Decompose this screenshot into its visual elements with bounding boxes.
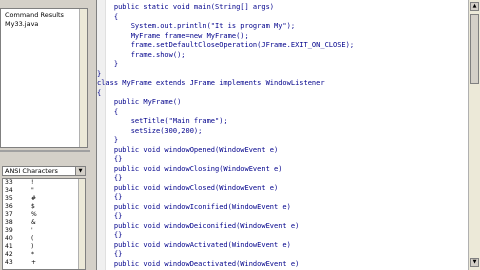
list-item[interactable]: 43 +	[3, 259, 83, 267]
code-line[interactable]: {}	[97, 250, 122, 258]
code-line[interactable]: {}	[97, 174, 122, 182]
code-line[interactable]: {}	[97, 193, 122, 201]
ansi-characters-list[interactable]: 33! 34 " 35 # 36 $ 37% 38 & 39 ' 40( 41) 42 * …	[2, 178, 86, 270]
code-line[interactable]: public void windowClosing(WindowEvent e)	[97, 165, 283, 173]
code-line[interactable]: MyFrame frame=new MyFrame();	[97, 32, 249, 40]
scroll-up-icon[interactable]: ▲	[470, 2, 479, 11]
list-item[interactable]: 39 '	[3, 227, 83, 235]
code-line[interactable]: }	[97, 136, 118, 144]
code-line[interactable]: setSize(300,200);	[97, 127, 203, 135]
tree-item-my33-java[interactable]: My33.java	[5, 20, 38, 28]
code-line[interactable]: public void windowOpened(WindowEvent e)	[97, 146, 278, 154]
code-editor[interactable]: public static void main(String[] args) {…	[96, 0, 468, 270]
code-line[interactable]: public void windowIconified(WindowEvent …	[97, 203, 291, 211]
code-line[interactable]: {	[97, 89, 101, 97]
code-line[interactable]: {	[97, 108, 118, 116]
list-item[interactable]: 34 "	[3, 187, 83, 195]
list-item[interactable]: 41)	[3, 243, 83, 251]
code-line[interactable]: }	[97, 70, 101, 78]
chevron-down-icon[interactable]: ▼	[75, 167, 85, 175]
tree-item-command-results[interactable]: Command Results	[5, 11, 64, 19]
ansi-list-scrollbar[interactable]	[78, 179, 85, 269]
ansi-dropdown-label: ANSI Characters	[5, 167, 58, 175]
file-tree-panel: Command Results My33.java	[0, 8, 88, 148]
list-item[interactable]: 33!	[3, 179, 83, 187]
code-line[interactable]: public void windowDeactivated(WindowEven…	[97, 260, 299, 268]
list-item[interactable]: 35 #	[3, 195, 83, 203]
list-item[interactable]: 40(	[3, 235, 83, 243]
code-line[interactable]: {}	[97, 212, 122, 220]
code-line[interactable]: frame.show();	[97, 51, 186, 59]
editor-scrollbar[interactable]: ▲ ▼	[468, 0, 480, 270]
code-line[interactable]: {}	[97, 155, 122, 163]
code-line[interactable]: frame.setDefaultCloseOperation(JFrame.EX…	[97, 41, 354, 49]
code-line[interactable]: {}	[97, 231, 122, 239]
scroll-down-icon[interactable]: ▼	[470, 258, 479, 267]
file-tree-scrollbar[interactable]	[79, 9, 87, 147]
code-line[interactable]: public MyFrame()	[97, 98, 181, 106]
code-line[interactable]: }	[97, 60, 118, 68]
list-item[interactable]: 42 *	[3, 251, 83, 259]
list-item[interactable]: 37%	[3, 211, 83, 219]
left-sidebar: Command Results My33.java ANSI Character…	[0, 0, 92, 270]
list-item[interactable]: 38 &	[3, 219, 83, 227]
code-line[interactable]: class MyFrame extends JFrame implements …	[97, 79, 325, 87]
scroll-thumb[interactable]	[470, 14, 479, 84]
code-line[interactable]: public void windowDeiconified(WindowEven…	[97, 222, 299, 230]
ansi-characters-dropdown[interactable]: ANSI Characters ▼	[2, 166, 86, 176]
code-line[interactable]: {	[97, 13, 118, 21]
list-item[interactable]: 36 $	[3, 203, 83, 211]
code-line[interactable]: public static void main(String[] args)	[97, 3, 274, 11]
panel-splitter[interactable]	[0, 150, 90, 152]
code-line[interactable]: public void windowClosed(WindowEvent e)	[97, 184, 278, 192]
code-line[interactable]: System.out.println("It is program My");	[97, 22, 295, 30]
code-line[interactable]: public void windowActivated(WindowEvent …	[97, 241, 291, 249]
code-line[interactable]: setTitle("Main frame");	[97, 117, 228, 125]
